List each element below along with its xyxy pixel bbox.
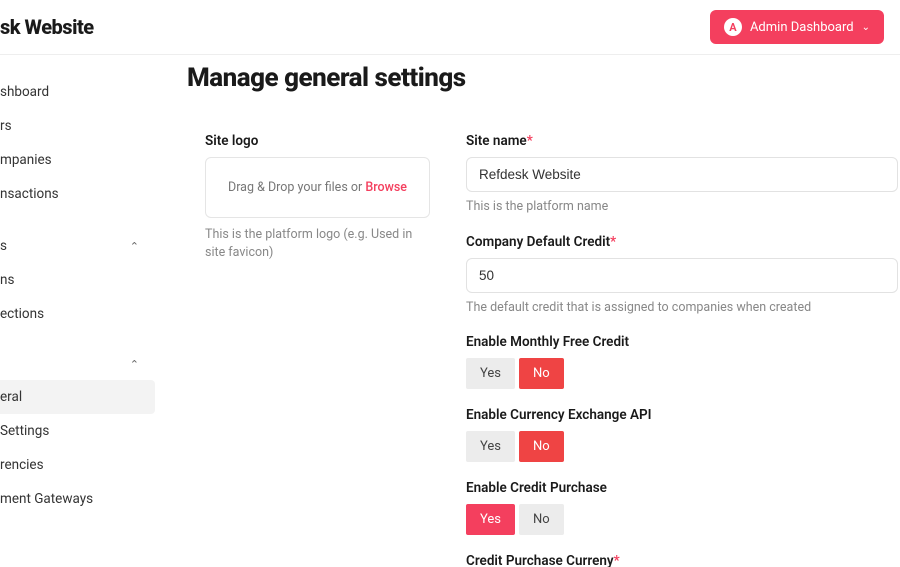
currency-api-toggle: Yes No (466, 431, 898, 462)
sidebar: shboard rs mpanies nsactions s ⌃ ns ecti… (0, 55, 155, 567)
sidebar-item-label: rencies (0, 457, 44, 473)
browse-link[interactable]: Browse (365, 180, 407, 195)
site-name-label: Site name* (466, 133, 898, 149)
monthly-free-label: Enable Monthly Free Credit (466, 334, 898, 350)
logo-hint: This is the platform logo (e.g. Used in … (205, 226, 430, 261)
currency-api-yes[interactable]: Yes (466, 431, 515, 462)
dropzone-text: Drag & Drop your files or (228, 180, 365, 195)
sidebar-group-a-toggle[interactable]: s ⌃ (0, 229, 155, 263)
site-name-hint: This is the platform name (466, 198, 898, 216)
fields-column: Site name* This is the platform name Com… (466, 133, 900, 567)
sidebar-item-label: ment Gateways (0, 491, 93, 507)
monthly-free-no[interactable]: No (519, 358, 564, 389)
app-header: sk Website A Admin Dashboard ⌄ (0, 0, 900, 55)
sidebar-item-transactions[interactable]: nsactions (0, 177, 155, 211)
sidebar-item-companies[interactable]: mpanies (0, 143, 155, 177)
monthly-free-toggle: Yes No (466, 358, 898, 389)
default-credit-hint: The default credit that is assigned to c… (466, 299, 898, 317)
credit-purchase-yes[interactable]: Yes (466, 504, 515, 535)
logo-dropzone[interactable]: Drag & Drop your files or Browse (205, 157, 430, 218)
sidebar-item-label: mpanies (0, 152, 52, 168)
sidebar-item-dashboard[interactable]: shboard (0, 75, 155, 109)
sidebar-item-settings[interactable]: Settings (0, 414, 155, 448)
sidebar-item-label: ections (0, 306, 44, 322)
sidebar-item-sections[interactable]: ections (0, 297, 155, 331)
currency-api-no[interactable]: No (519, 431, 564, 462)
sidebar-item-label: nsactions (0, 186, 59, 202)
chevron-down-icon: ⌃ (130, 358, 143, 371)
logo-column: Site logo Drag & Drop your files or Brow… (205, 133, 430, 567)
site-logo-label: Site logo (205, 133, 430, 149)
sidebar-item-currencies[interactable]: rencies (0, 448, 155, 482)
purchase-currency-label: Credit Purchase Curreny* (466, 553, 898, 567)
page-title: Manage general settings (187, 63, 900, 93)
sidebar-item-general[interactable]: eral (0, 380, 155, 414)
sidebar-item-label: shboard (0, 84, 49, 100)
chevron-down-icon: ⌃ (130, 240, 143, 253)
sidebar-group-b-toggle[interactable]: ⌃ (0, 349, 155, 380)
credit-purchase-toggle: Yes No (466, 504, 898, 535)
chevron-down-icon: ⌄ (862, 22, 870, 33)
sidebar-item-label: ns (0, 272, 14, 288)
default-credit-input[interactable] (466, 258, 898, 293)
sidebar-item-label: eral (0, 389, 22, 405)
admin-dashboard-button[interactable]: A Admin Dashboard ⌄ (710, 10, 884, 44)
sidebar-item-users[interactable]: rs (0, 109, 155, 143)
credit-purchase-field: Enable Credit Purchase Yes No (466, 480, 898, 535)
settings-card: Site logo Drag & Drop your files or Brow… (187, 115, 900, 567)
sidebar-item-label: rs (0, 118, 12, 134)
admin-dashboard-label: Admin Dashboard (750, 20, 854, 35)
sidebar-item-label: Settings (0, 423, 49, 439)
layout: shboard rs mpanies nsactions s ⌃ ns ecti… (0, 55, 900, 567)
main-content: Manage general settings Site logo Drag &… (155, 55, 900, 567)
brand-title: sk Website (0, 15, 94, 39)
monthly-free-yes[interactable]: Yes (466, 358, 515, 389)
credit-purchase-no[interactable]: No (519, 504, 564, 535)
default-credit-label: Company Default Credit* (466, 234, 898, 250)
monthly-free-field: Enable Monthly Free Credit Yes No (466, 334, 898, 389)
credit-purchase-label: Enable Credit Purchase (466, 480, 898, 496)
site-name-input[interactable] (466, 157, 898, 192)
admin-avatar-icon: A (724, 18, 742, 36)
site-name-field: Site name* This is the platform name (466, 133, 898, 216)
sidebar-item-payment-gateways[interactable]: ment Gateways (0, 482, 155, 516)
currency-api-label: Enable Currency Exchange API (466, 407, 898, 423)
sidebar-item-label: s (0, 238, 7, 254)
currency-api-field: Enable Currency Exchange API Yes No (466, 407, 898, 462)
default-credit-field: Company Default Credit* The default cred… (466, 234, 898, 317)
purchase-currency-field: Credit Purchase Curreny* × (466, 553, 898, 567)
sidebar-item-plans[interactable]: ns (0, 263, 155, 297)
